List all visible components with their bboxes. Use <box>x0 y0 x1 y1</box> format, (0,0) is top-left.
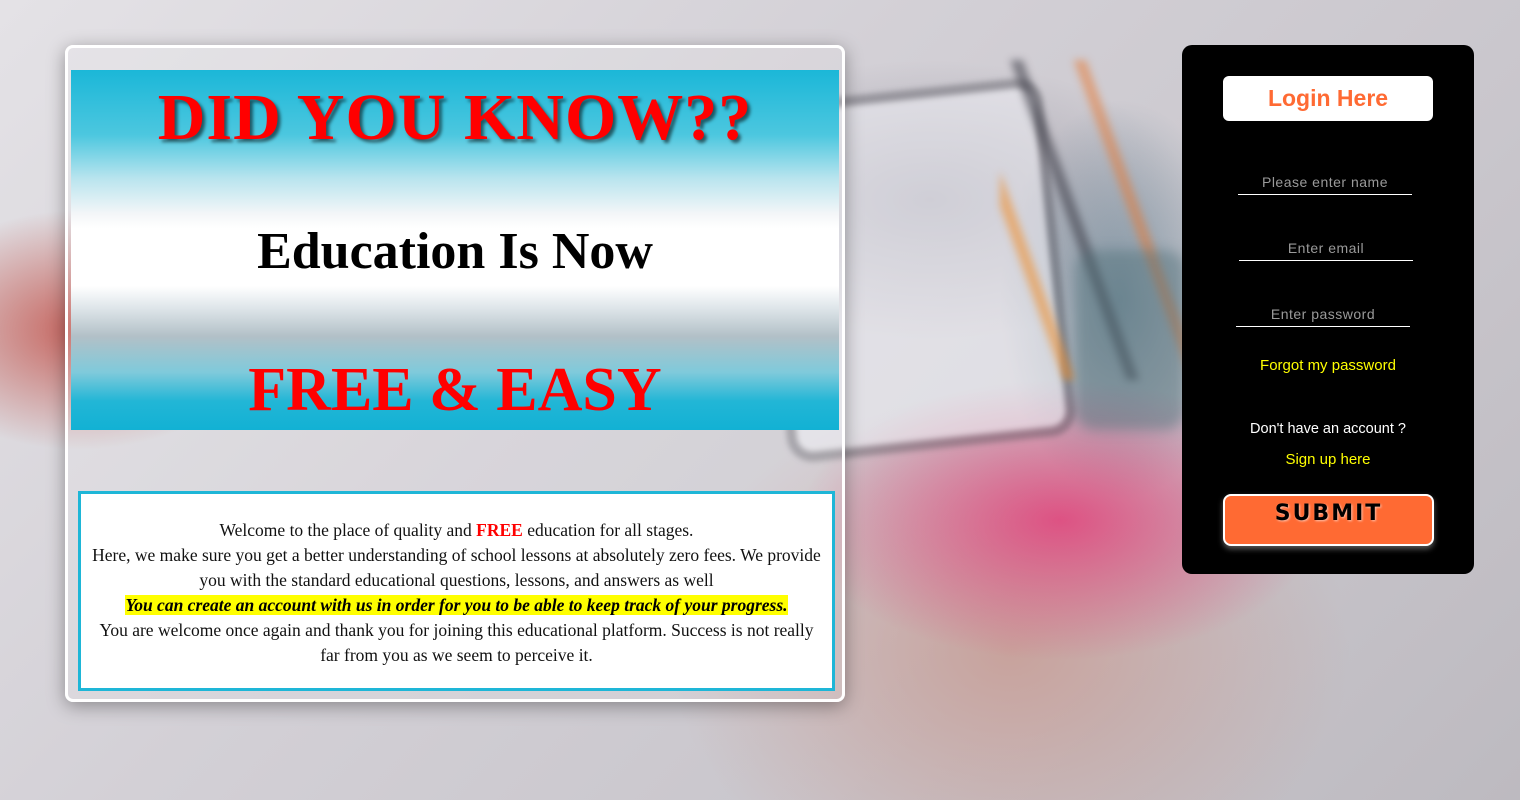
banner-tagline: FREE & EASY <box>248 356 662 424</box>
name-input[interactable] <box>1238 169 1412 195</box>
free-word: FREE <box>476 520 523 540</box>
welcome-line-2: Here, we make sure you get a better unde… <box>92 545 821 590</box>
welcome-text-a: Welcome to the place of quality and <box>219 520 477 540</box>
info-card: DID YOU KNOW?? Education Is Now FREE & E… <box>65 45 845 702</box>
welcome-message: Welcome to the place of quality and FREE… <box>78 491 835 691</box>
banner-title: DID YOU KNOW?? <box>157 81 753 154</box>
banner-subtitle: Education Is Now <box>257 223 653 280</box>
account-highlight: You can create an account with us in ord… <box>125 595 788 615</box>
submit-button[interactable]: SUBMIT <box>1223 494 1434 546</box>
promo-banner: DID YOU KNOW?? Education Is Now FREE & E… <box>71 70 839 430</box>
welcome-text-b: education for all stages. <box>522 520 694 540</box>
no-account-text: Don't have an account ? <box>1250 421 1406 437</box>
forgot-password-link[interactable]: Forgot my password <box>1182 357 1474 374</box>
login-panel: Login Here Forgot my password Don't have… <box>1182 45 1474 574</box>
login-title: Login Here <box>1223 76 1433 121</box>
background-mug <box>1075 250 1185 430</box>
password-input[interactable] <box>1236 301 1410 327</box>
welcome-line-1: Welcome to the place of quality and FREE… <box>91 518 822 543</box>
email-input[interactable] <box>1239 235 1413 261</box>
signup-link[interactable]: Sign up here <box>1182 451 1474 468</box>
welcome-line-3: You can create an account with us in ord… <box>91 593 822 618</box>
welcome-line-4: You are welcome once again and thank you… <box>99 620 814 665</box>
